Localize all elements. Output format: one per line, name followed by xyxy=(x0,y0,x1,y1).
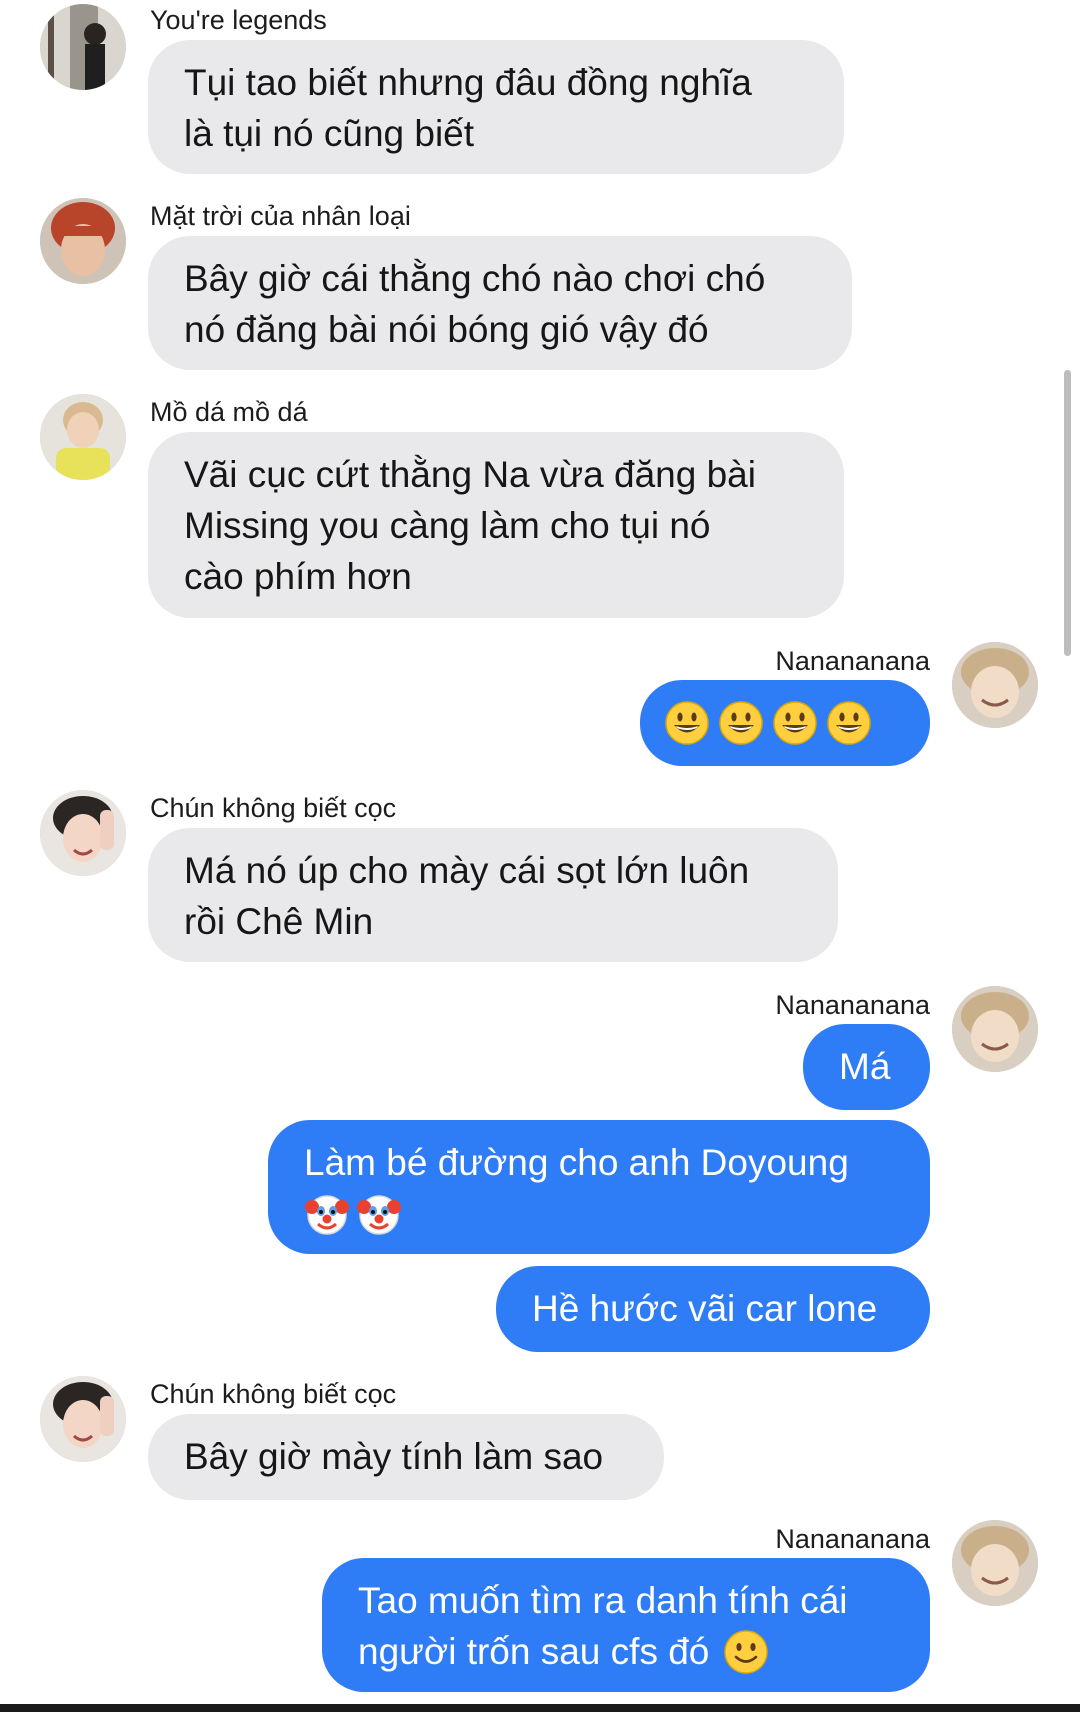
message-bubble[interactable]: Bây giờ cái thằng chó nào chơi chó nó đă… xyxy=(148,236,852,370)
avatar[interactable] xyxy=(40,1376,126,1462)
clown-face-icon xyxy=(356,1191,402,1237)
grinning-face-icon xyxy=(718,700,764,746)
sender-name: Nanananana xyxy=(775,646,930,676)
sender-name: Mồ dá mồ dá xyxy=(150,397,308,427)
sender-name: Nanananana xyxy=(775,990,930,1020)
message-text: người trốn sau cfs đó xyxy=(358,1631,710,1672)
message-text: Tao muốn tìm ra danh tính cái xyxy=(358,1580,848,1621)
avatar[interactable] xyxy=(952,642,1038,728)
sender-name: Nanananana xyxy=(775,1524,930,1554)
avatar[interactable] xyxy=(952,986,1038,1072)
message-bubble[interactable] xyxy=(640,680,930,766)
message-bubble[interactable]: Tụi tao biết nhưng đâu đồng nghĩa là tụi… xyxy=(148,40,844,174)
message-text: là tụi nó cũng biết xyxy=(184,113,475,154)
sender-name: Chún không biết cọc xyxy=(150,1379,397,1409)
message-bubble[interactable]: Má nó úp cho mày cái sọt lớn luôn rồi Ch… xyxy=(148,828,838,962)
message-text: rồi Chê Min xyxy=(184,901,374,942)
message-bubble[interactable]: Bây giờ mày tính làm sao xyxy=(148,1414,664,1500)
scrollbar[interactable] xyxy=(1064,370,1071,656)
avatar[interactable] xyxy=(40,4,126,90)
sender-name: Mặt trời của nhân loại xyxy=(150,201,411,231)
message-text: nó đăng bài nói bóng gió vậy đó xyxy=(184,309,709,350)
grinning-face-icon xyxy=(826,700,872,746)
slightly-smiling-face-icon xyxy=(723,1629,769,1675)
message-text: Vãi cục cứt thằng Na vừa đăng bài xyxy=(184,454,756,495)
avatar[interactable] xyxy=(40,394,126,480)
message-text: Má xyxy=(839,1046,891,1087)
grinning-face-icon xyxy=(772,700,818,746)
message-text: Bây giờ mày tính làm sao xyxy=(184,1436,604,1477)
bottom-edge xyxy=(0,1704,1080,1712)
message-bubble[interactable]: Vãi cục cứt thằng Na vừa đăng bài Missin… xyxy=(148,432,844,618)
avatar[interactable] xyxy=(40,198,126,284)
message-bubble[interactable]: Tao muốn tìm ra danh tính cái người trốn… xyxy=(322,1558,930,1692)
message-text: Má nó úp cho mày cái sọt lớn luôn xyxy=(184,850,750,891)
message-text: cào phím hơn xyxy=(184,556,412,597)
message-bubble[interactable]: Má xyxy=(803,1024,930,1110)
avatar[interactable] xyxy=(40,790,126,876)
sender-name: Chún không biết cọc xyxy=(150,793,397,823)
message-text: Làm bé đường cho anh Doyoung xyxy=(304,1142,849,1183)
clown-face-icon xyxy=(304,1191,350,1237)
message-text: Hề hước vãi car lone xyxy=(532,1288,878,1329)
grinning-face-icon xyxy=(664,700,710,746)
message-bubble[interactable]: Làm bé đường cho anh Doyoung xyxy=(268,1120,930,1254)
message-text: Missing you càng làm cho tụi nó xyxy=(184,505,711,546)
sender-name: You're legends xyxy=(150,5,327,35)
avatar[interactable] xyxy=(952,1520,1038,1606)
message-bubble[interactable]: Hề hước vãi car lone xyxy=(496,1266,930,1352)
message-text: Tụi tao biết nhưng đâu đồng nghĩa xyxy=(184,62,752,103)
message-text: Bây giờ cái thằng chó nào chơi chó xyxy=(184,258,766,299)
